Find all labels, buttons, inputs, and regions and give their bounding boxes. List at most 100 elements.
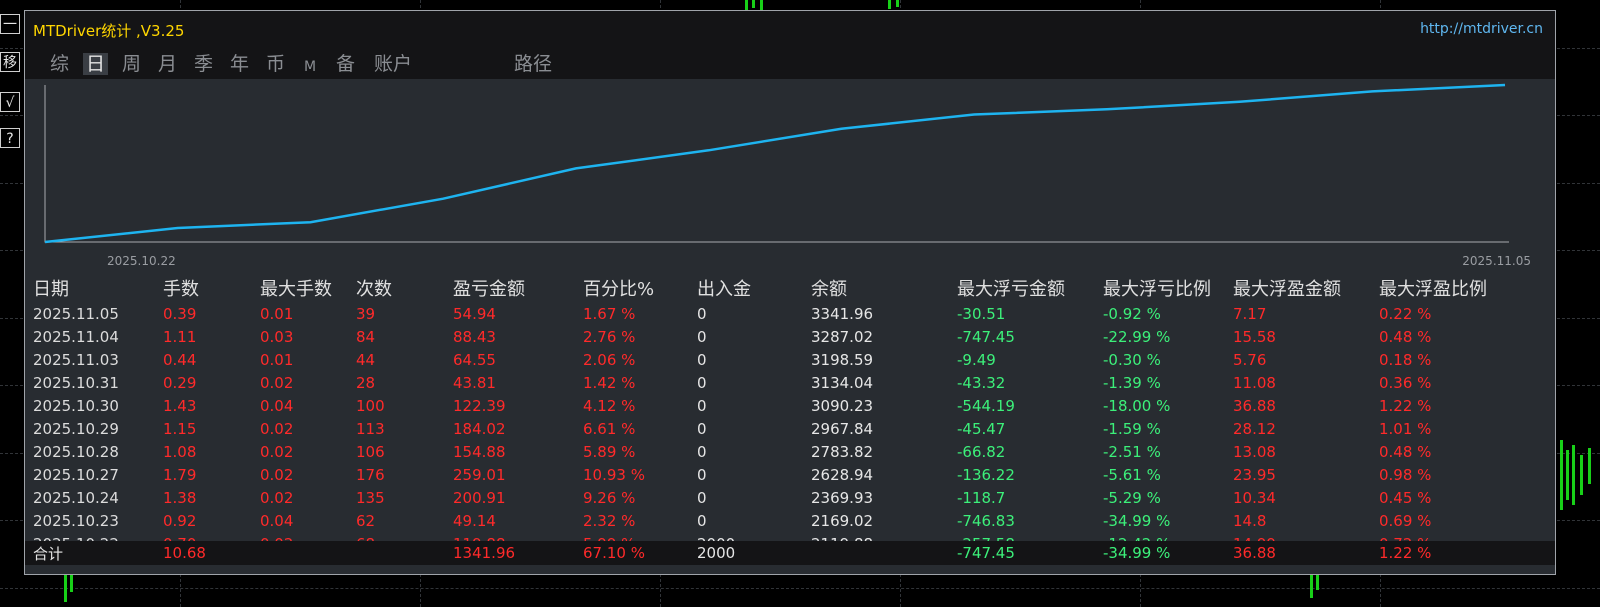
- cell-max-lots: 0.02: [260, 488, 294, 507]
- cell-deposit: 0: [697, 327, 707, 346]
- title-bar[interactable]: MTDriver统计 ,V3.25 http://mtdriver.cn: [25, 11, 1555, 47]
- cell-date: 2025.10.30: [33, 396, 119, 415]
- cell-date: 2025.10.24: [33, 488, 119, 507]
- cell-max-float-profit-pct: 0.45 %: [1379, 488, 1432, 507]
- cell-max-float-profit-pct: 0.98 %: [1379, 465, 1432, 484]
- cell-max-float-profit-pct: 0.36 %: [1379, 373, 1432, 392]
- cell-max-lots: 0.04: [260, 511, 294, 530]
- cell-max-float-profit: 15.58: [1233, 327, 1276, 346]
- cell-max-float-loss: -43.32: [957, 373, 1006, 392]
- column-header-trades[interactable]: 次数: [356, 274, 453, 302]
- help-icon: ?: [6, 131, 14, 147]
- cell-max-float-profit: 28.12: [1233, 419, 1276, 438]
- cell-deposit: 0: [697, 396, 707, 415]
- column-header-lots[interactable]: 手数: [163, 274, 260, 302]
- tab-symbol[interactable]: 币: [263, 53, 288, 75]
- minimize-button[interactable]: 一: [0, 14, 20, 34]
- cell-balance: 2169.02: [811, 511, 874, 530]
- total-max-float-profit-pct: 1.22 %: [1379, 544, 1432, 562]
- cell-date: 2025.11.04: [33, 327, 119, 346]
- column-header-max-lots[interactable]: 最大手数: [260, 274, 356, 302]
- candle: [1310, 574, 1313, 598]
- cell-profit: 184.02: [453, 419, 506, 438]
- help-button[interactable]: ?: [0, 128, 20, 148]
- total-table: 合计 10.68 1341.96 67.10 % 2000 -747.45 -34.99 %…: [33, 542, 1525, 564]
- cell-deposit: 0: [697, 511, 707, 530]
- cell-max-float-loss-pct: -34.99 %: [1103, 511, 1171, 530]
- cell-balance: 3287.02: [811, 327, 874, 346]
- move-button[interactable]: 移: [0, 52, 20, 72]
- cell-date: 2025.10.23: [33, 511, 119, 530]
- cell-deposit: 0: [697, 304, 707, 323]
- candle: [760, 0, 763, 10]
- cell-profit: 88.43: [453, 327, 496, 346]
- candle: [1566, 450, 1569, 500]
- candle: [745, 0, 748, 10]
- cell-max-float-loss-pct: -0.30 %: [1103, 350, 1161, 369]
- check-button[interactable]: √: [0, 92, 20, 112]
- cell-max-float-loss: -9.49: [957, 350, 996, 369]
- column-header-max-float-loss[interactable]: 最大浮亏金额: [957, 274, 1103, 302]
- cell-max-float-profit-pct: 1.01 %: [1379, 419, 1432, 438]
- cell-max-lots: 0.02: [260, 442, 294, 461]
- cell-max-lots: 0.03: [260, 327, 294, 346]
- column-header-max-float-profit[interactable]: 最大浮盈金额: [1233, 274, 1379, 302]
- cell-date: 2025.10.31: [33, 373, 119, 392]
- tab-path[interactable]: 路径: [511, 53, 555, 75]
- total-balance: [811, 542, 957, 564]
- cell-balance: 3090.23: [811, 396, 874, 415]
- tab-notes[interactable]: 备: [333, 53, 358, 75]
- tab-bar: 综 日 周 月 季 年 币 M 备 账户 路径: [25, 47, 1555, 79]
- cell-lots: 1.11: [163, 327, 197, 346]
- cell-max-float-loss-pct: -1.59 %: [1103, 419, 1161, 438]
- cell-max-float-loss-pct: -5.29 %: [1103, 488, 1161, 507]
- x-tick-label-start: 2025.10.22: [107, 254, 176, 268]
- move-icon: 移: [3, 55, 17, 71]
- tab-quarterly[interactable]: 季: [191, 53, 216, 75]
- balance-chart: 2025.10.22 2025.11.05: [25, 79, 1555, 274]
- column-header-deposit[interactable]: 出入金: [697, 274, 811, 302]
- tab-daily[interactable]: 日: [83, 53, 109, 75]
- cell-trades: 135: [356, 488, 385, 507]
- column-header-profit[interactable]: 盈亏金额: [453, 274, 583, 302]
- cell-max-float-profit: 14.8: [1233, 511, 1267, 530]
- cell-date: 2025.10.28: [33, 442, 119, 461]
- stats-panel: MTDriver统计 ,V3.25 http://mtdriver.cn 综 日…: [24, 10, 1556, 575]
- cell-max-float-profit: 11.08: [1233, 373, 1276, 392]
- column-header-max-float-profit-pct[interactable]: 最大浮盈比例: [1379, 274, 1525, 302]
- tab-magic[interactable]: M: [301, 56, 319, 78]
- cell-lots: 1.79: [163, 465, 197, 484]
- tab-yearly[interactable]: 年: [227, 53, 252, 75]
- grid-line: [0, 588, 1600, 589]
- tab-account[interactable]: 账户: [371, 53, 415, 75]
- cell-trades: 113: [356, 419, 385, 438]
- table-row: 2025.10.27 1.79 0.02 176 259.01 10.93 % 0 2628.…: [33, 463, 1525, 486]
- table-row: 2025.10.30 1.43 0.04 100 122.39 4.12 % 0 3090.2…: [33, 394, 1525, 417]
- cell-max-lots: 0.01: [260, 304, 294, 323]
- candle: [1560, 440, 1563, 510]
- column-header-max-float-loss-pct[interactable]: 最大浮亏比例: [1103, 274, 1233, 302]
- website-link[interactable]: http://mtdriver.cn: [1420, 21, 1543, 37]
- cell-max-float-profit: 10.34: [1233, 488, 1276, 507]
- table-row: 2025.10.29 1.15 0.02 113 184.02 6.61 % 0 2967.8…: [33, 417, 1525, 440]
- candle: [896, 0, 899, 7]
- column-header-percent[interactable]: 百分比%: [583, 274, 697, 302]
- cell-deposit: 0: [697, 350, 707, 369]
- cell-max-lots: 0.01: [260, 350, 294, 369]
- tab-summary[interactable]: 综: [47, 53, 72, 75]
- cell-percent: 1.42 %: [583, 373, 636, 392]
- tab-weekly[interactable]: 周: [119, 53, 144, 75]
- cell-profit: 54.94: [453, 304, 496, 323]
- cell-lots: 0.29: [163, 373, 197, 392]
- tab-monthly[interactable]: 月: [155, 53, 180, 75]
- column-header-date[interactable]: 日期: [33, 274, 163, 302]
- cell-deposit: 0: [697, 488, 707, 507]
- cell-percent: 10.93 %: [583, 465, 645, 484]
- cell-trades: 39: [356, 304, 376, 323]
- table-row: 2025.11.03 0.44 0.01 44 64.55 2.06 % 0 3198.59 -…: [33, 348, 1525, 371]
- window-title: MTDriver统计 ,V3.25: [33, 22, 185, 40]
- cell-trades: 44: [356, 350, 376, 369]
- cell-max-float-loss: -66.82: [957, 442, 1006, 461]
- column-header-balance[interactable]: 余额: [811, 274, 957, 302]
- total-percent: 67.10 %: [583, 544, 645, 562]
